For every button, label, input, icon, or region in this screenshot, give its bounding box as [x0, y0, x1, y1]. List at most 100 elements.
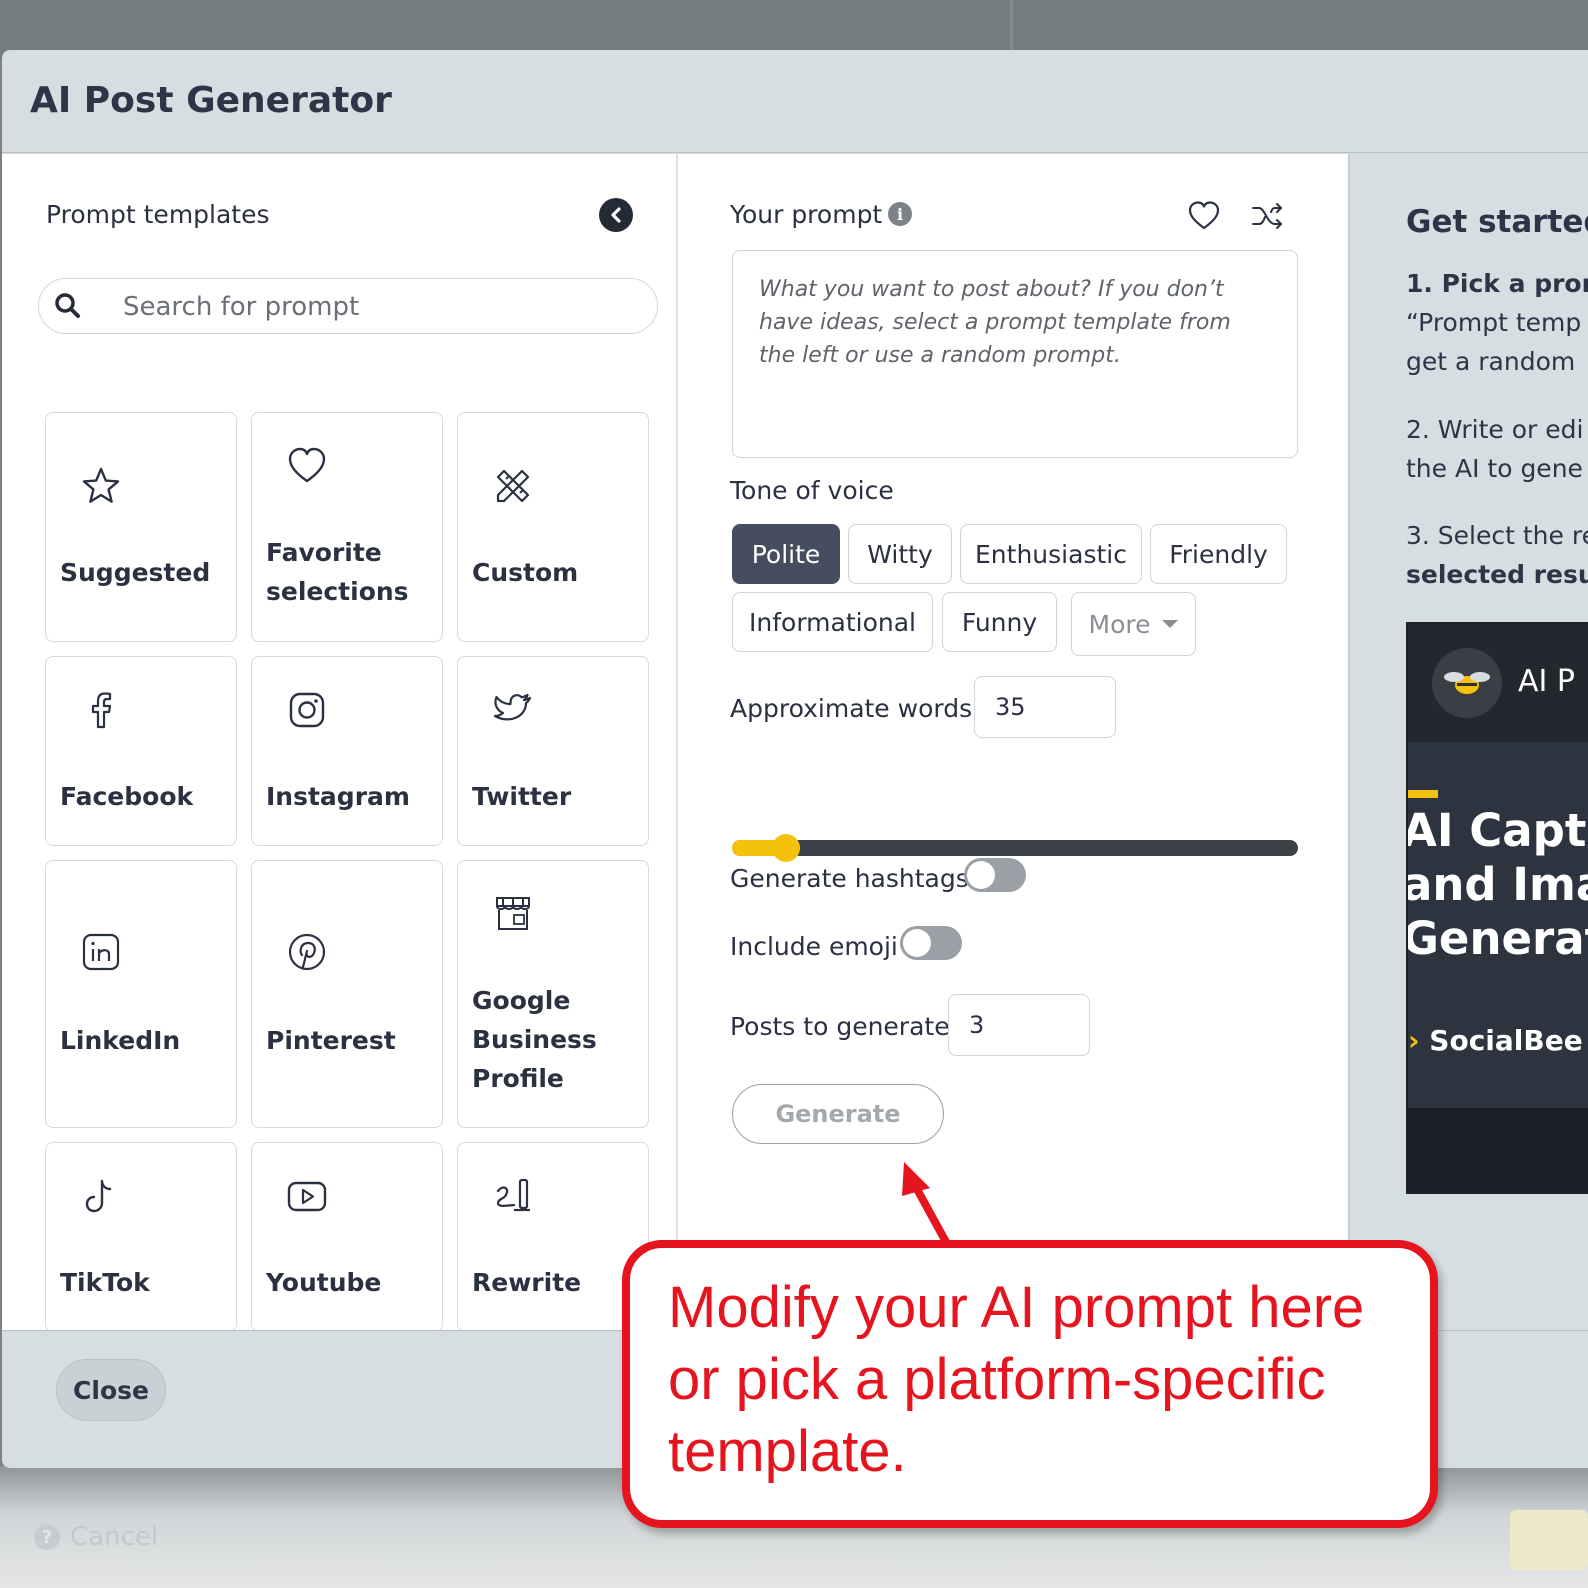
template-tile-label: Twitter	[472, 782, 572, 811]
help-icon: ?	[34, 1524, 60, 1550]
template-tile-instagram[interactable]: Instagram	[251, 656, 443, 846]
template-tile-label: Custom	[472, 558, 579, 587]
get-started-panel: Get started 1. Pick a prom “Prompt temp …	[1350, 154, 1588, 1330]
favorite-heart-icon[interactable]	[1186, 198, 1222, 234]
template-tile-pinterest[interactable]: Pinterest	[251, 860, 443, 1128]
template-tile-label: Rewrite	[472, 1268, 582, 1297]
step-3-text: 3. Select the re	[1406, 521, 1588, 550]
tone-witty-button[interactable]: Witty	[848, 524, 952, 584]
generate-hashtags-label: Generate hashtags	[730, 864, 969, 893]
template-tile-label: Favorite selections	[266, 538, 409, 606]
template-tile-favorite-selections[interactable]: Favorite selections	[251, 412, 443, 642]
background-yellow-button	[1510, 1510, 1588, 1570]
your-prompt-label: Your prompt	[730, 200, 883, 229]
youtube-icon	[287, 1181, 327, 1212]
words-slider[interactable]	[732, 834, 1298, 862]
posts-to-generate-input[interactable]	[948, 994, 1090, 1056]
template-tile-label: LinkedIn	[60, 1026, 181, 1055]
video-headline: AI Captio	[1406, 804, 1588, 857]
template-tile-twitter[interactable]: Twitter	[457, 656, 649, 846]
callout-text: Modify your AI prompt here or pick a pla…	[668, 1275, 1365, 1484]
video-header: AI P	[1408, 624, 1588, 742]
bee-logo-icon	[1432, 648, 1502, 718]
template-tile-label: Instagram	[266, 782, 410, 811]
step-3-text: selected resu	[1406, 560, 1588, 589]
backdrop-divider	[1010, 0, 1013, 50]
video-brand: › SocialBee	[1408, 1024, 1583, 1057]
shuffle-icon[interactable]	[1250, 198, 1286, 234]
modal-title: AI Post Generator	[30, 80, 392, 121]
tone-friendly-button[interactable]: Friendly	[1150, 524, 1287, 584]
template-tile-label: Suggested	[60, 558, 211, 587]
prompt-templates-panel: Prompt templates Suggested	[2, 154, 676, 1330]
video-headline: and Ima	[1406, 858, 1588, 911]
template-tile-label: Facebook	[60, 782, 194, 811]
approximate-words-label: Approximate words	[730, 694, 973, 723]
step-1-text: “Prompt temp	[1406, 308, 1582, 337]
step-1-text: get a random	[1406, 347, 1576, 376]
words-slider-thumb[interactable]	[772, 834, 800, 862]
search-input[interactable]	[123, 287, 643, 327]
instagram-icon	[289, 692, 325, 728]
generate-hashtags-toggle[interactable]	[964, 858, 1026, 892]
tiktok-icon	[85, 1179, 112, 1213]
twitter-icon	[493, 693, 532, 721]
storefront-icon	[496, 897, 530, 930]
tutorial-video[interactable]: AI P AI Captio and Ima Generat › SocialB…	[1406, 622, 1588, 1194]
prompt-templates-title: Prompt templates	[46, 200, 270, 229]
template-tile-google-business-profile[interactable]: Google Business Profile	[457, 860, 649, 1128]
modal-body: Prompt templates Suggested	[2, 154, 1588, 1330]
tone-polite-button[interactable]: Polite	[732, 524, 840, 584]
modal-header: AI Post Generator	[2, 50, 1588, 153]
tone-funny-button[interactable]: Funny	[942, 592, 1057, 652]
info-icon[interactable]: i	[888, 202, 912, 226]
search-icon	[55, 293, 80, 318]
template-tile-label: Google Business Profile	[472, 986, 597, 1093]
template-tile-tiktok[interactable]: TikTok	[45, 1142, 237, 1330]
search-box	[38, 278, 658, 334]
template-tile-rewrite[interactable]: Rewrite	[457, 1142, 649, 1330]
toggle-knob	[967, 861, 995, 889]
toggle-knob	[903, 929, 931, 957]
pinterest-icon	[288, 933, 326, 971]
rewrite-icon	[496, 1178, 530, 1212]
include-emoji-label: Include emoji	[730, 932, 898, 961]
close-button[interactable]: Close	[56, 1359, 166, 1421]
video-brand-label: SocialBee	[1429, 1024, 1583, 1057]
video-title: AI P	[1518, 664, 1575, 699]
step-2-text: 2. Write or edi	[1406, 415, 1584, 444]
tone-more-dropdown[interactable]: More	[1071, 592, 1196, 656]
tone-more-label: More	[1088, 609, 1151, 639]
template-tile-custom[interactable]: Custom	[457, 412, 649, 642]
template-tile-facebook[interactable]: Facebook	[45, 656, 237, 846]
generate-button[interactable]: Generate	[732, 1084, 944, 1144]
heart-icon	[288, 447, 326, 483]
template-tile-label: Pinterest	[266, 1026, 396, 1055]
approximate-words-input[interactable]	[974, 676, 1116, 738]
prompt-textarea[interactable]	[732, 250, 1298, 458]
tone-enthusiastic-button[interactable]: Enthusiastic	[960, 524, 1142, 584]
video-headline: Generat	[1406, 912, 1588, 965]
step-1-text: 1. Pick a prom	[1406, 269, 1588, 298]
tone-informational-button[interactable]: Informational	[732, 592, 933, 652]
star-icon	[82, 467, 120, 503]
pencil-ruler-icon	[496, 469, 530, 503]
template-tile-suggested[interactable]: Suggested	[45, 412, 237, 642]
get-started-title: Get started	[1406, 204, 1588, 240]
template-tile-label: Youtube	[266, 1268, 382, 1297]
background-cancel-label: Cancel	[70, 1522, 159, 1552]
collapse-panel-button[interactable]	[599, 198, 633, 232]
background-cancel-button: ? Cancel	[34, 1522, 158, 1552]
facebook-icon	[91, 692, 112, 729]
template-tile-youtube[interactable]: Youtube	[251, 1142, 443, 1330]
prompt-form-panel: Your prompt i Tone of voice Polite Witty…	[678, 154, 1348, 1330]
template-tile-linkedin[interactable]: LinkedIn	[45, 860, 237, 1128]
posts-to-generate-label: Posts to generate	[730, 1012, 950, 1041]
chevron-left-icon	[611, 207, 621, 223]
video-thumbnail: AI Captio and Ima Generat › SocialBee	[1408, 742, 1588, 1108]
linkedin-icon	[82, 933, 120, 971]
step-2-text: the AI to gene	[1406, 454, 1583, 483]
video-controls	[1408, 1108, 1588, 1192]
include-emoji-toggle[interactable]	[900, 926, 962, 960]
tone-of-voice-label: Tone of voice	[730, 476, 894, 505]
